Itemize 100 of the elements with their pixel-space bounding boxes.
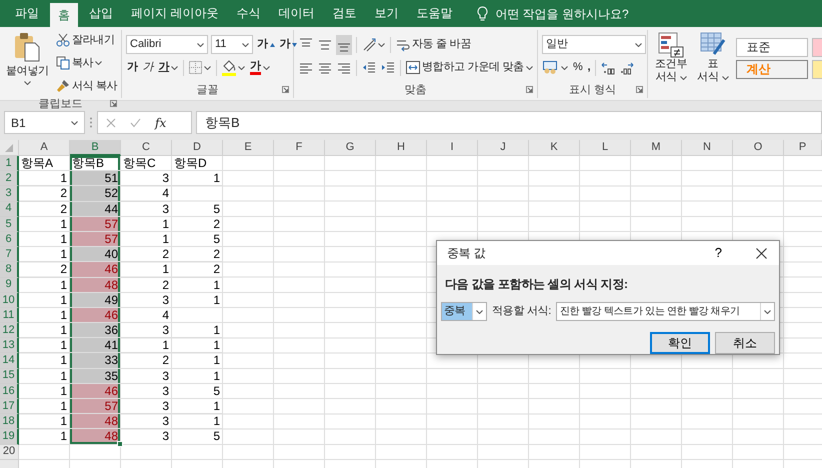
sheet-cell[interactable]: 2 <box>172 262 223 278</box>
sheet-cell[interactable]: 46 <box>70 308 121 324</box>
percent-button[interactable]: % <box>572 58 584 78</box>
row-header[interactable]: 11 <box>0 308 19 324</box>
sheet-cell[interactable]: 41 <box>70 338 121 354</box>
bold-button[interactable]: 가 <box>126 58 139 78</box>
sheet-cell[interactable]: 44 <box>70 202 121 217</box>
row-header[interactable]: 5 <box>0 216 19 232</box>
sheet-cell[interactable]: 항목A <box>19 156 70 172</box>
italic-button[interactable]: 가 <box>142 58 154 78</box>
column-header[interactable]: P <box>784 140 822 156</box>
sheet-cell[interactable]: 1 <box>121 216 172 232</box>
help-button[interactable]: ? <box>710 243 726 263</box>
sheet-cell[interactable]: 49 <box>70 292 121 308</box>
sheet-cell[interactable]: 4 <box>121 186 172 202</box>
ribbon-tab[interactable]: 홈 <box>50 3 78 27</box>
sheet-cell[interactable]: 1 <box>172 338 223 354</box>
column-header[interactable]: C <box>121 140 172 156</box>
ribbon-tab[interactable]: 도움말 <box>407 0 462 27</box>
column-header[interactable]: O <box>733 140 784 156</box>
tell-me-box[interactable]: 어떤 작업을 원하시나요? <box>477 0 629 27</box>
sheet-cell[interactable]: 3 <box>121 414 172 430</box>
number-format-dropdown[interactable]: 일반 <box>542 35 646 54</box>
column-header[interactable]: E <box>223 140 274 156</box>
sheet-cell[interactable]: 1 <box>172 353 223 369</box>
sheet-cell[interactable]: 1 <box>121 262 172 278</box>
column-header[interactable]: G <box>325 140 376 156</box>
column-header[interactable]: J <box>478 140 529 156</box>
sheet-cell[interactable]: 2 <box>172 247 223 262</box>
format-as-table-button[interactable]: 표 서식 <box>694 30 732 86</box>
row-header[interactable]: 19 <box>0 429 19 445</box>
sheet-cell[interactable]: 2 <box>172 216 223 232</box>
sheet-cell[interactable]: 3 <box>121 171 172 186</box>
format-painter-button[interactable]: 서식 복사 <box>54 76 118 96</box>
sheet-cell[interactable]: 1 <box>172 292 223 308</box>
column-header[interactable]: K <box>529 140 580 156</box>
row-header[interactable]: 1 <box>0 156 19 172</box>
font-size-dropdown[interactable]: 11 <box>211 35 253 54</box>
row-header[interactable]: 15 <box>0 368 19 384</box>
name-box[interactable]: B1 <box>4 111 85 134</box>
row-header[interactable]: 13 <box>0 338 19 354</box>
column-header[interactable]: L <box>580 140 631 156</box>
formula-field[interactable]: 항목B <box>196 111 822 134</box>
wrap-text-button[interactable]: 자동 줄 바꿈 <box>395 34 472 54</box>
sheet-cell[interactable]: 3 <box>121 292 172 308</box>
sheet-cell[interactable]: 1 <box>172 414 223 430</box>
conditional-formatting-button[interactable]: 조건부 서식 <box>652 30 690 86</box>
sheet-cell[interactable]: 5 <box>172 384 223 399</box>
grow-font-button[interactable]: 가 <box>256 34 276 54</box>
cell-style-option[interactable]: 표준 <box>736 38 808 56</box>
row-header[interactable]: 20 <box>0 444 19 460</box>
ribbon-tab[interactable]: 수식 <box>227 0 270 27</box>
sheet-cell[interactable]: 5 <box>172 232 223 248</box>
paste-button[interactable]: 붙여넣기 <box>4 30 51 96</box>
sheet-cell[interactable]: 3 <box>121 399 172 414</box>
column-header[interactable]: B <box>70 140 121 156</box>
ribbon-tab[interactable]: 파일 <box>6 0 48 27</box>
rule-dropdown[interactable]: 중복 <box>441 302 487 321</box>
row-header[interactable]: 4 <box>0 202 19 217</box>
function-label[interactable]: fx <box>155 114 166 132</box>
sheet-cell[interactable]: 3 <box>121 384 172 399</box>
dialog-button[interactable]: 확인 <box>650 332 710 354</box>
sheet-cell[interactable]: 46 <box>70 384 121 399</box>
font-color-button[interactable]: 가 <box>249 58 271 78</box>
sheet-cell[interactable]: 1 <box>172 399 223 414</box>
row-header[interactable]: 6 <box>0 232 19 248</box>
sheet-cell[interactable]: 5 <box>172 202 223 217</box>
row-header[interactable]: 2 <box>0 171 19 186</box>
ribbon-tab[interactable]: 검토 <box>323 0 366 27</box>
row-header[interactable]: 3 <box>0 186 19 202</box>
row-header[interactable]: 10 <box>0 292 19 308</box>
sheet-cell[interactable]: 1 <box>121 338 172 354</box>
ribbon-tab[interactable]: 삽입 <box>80 0 122 27</box>
row-header[interactable]: 14 <box>0 353 19 369</box>
row-header[interactable]: 7 <box>0 247 19 262</box>
sheet-cell[interactable]: 2 <box>121 353 172 369</box>
merge-center-button[interactable]: 병합하고 가운데 맞춤 <box>405 58 534 78</box>
dialog-button[interactable]: 취소 <box>715 332 775 354</box>
ribbon-tab[interactable]: 페이지 레이아웃 <box>122 0 228 27</box>
sheet-cell[interactable]: 57 <box>70 399 121 414</box>
sheet-cell[interactable]: 48 <box>70 429 121 445</box>
column-header[interactable]: A <box>19 140 70 156</box>
sheet-cell[interactable]: 1 <box>172 278 223 293</box>
sheet-cell[interactable]: 3 <box>121 323 172 338</box>
column-header[interactable]: M <box>631 140 682 156</box>
sheet-cell[interactable]: 51 <box>70 171 121 186</box>
row-header[interactable]: 16 <box>0 384 19 399</box>
column-header[interactable]: F <box>274 140 325 156</box>
column-header[interactable]: I <box>427 140 478 156</box>
sheet-cell[interactable]: 1 <box>172 171 223 186</box>
ribbon-tab[interactable]: 데이터 <box>269 0 324 27</box>
sheet-cell[interactable]: 1 <box>172 323 223 338</box>
underline-button[interactable]: 가 <box>157 58 180 78</box>
copy-button[interactable]: 복사 <box>54 53 118 73</box>
sheet-cell[interactable]: 1 <box>172 368 223 384</box>
sheet-cell[interactable]: 5 <box>172 429 223 445</box>
row-header[interactable]: 17 <box>0 399 19 414</box>
column-header[interactable]: N <box>682 140 733 156</box>
font-name-dropdown[interactable]: Calibri <box>126 35 208 54</box>
sheet-cell[interactable]: 항목B <box>70 156 121 172</box>
